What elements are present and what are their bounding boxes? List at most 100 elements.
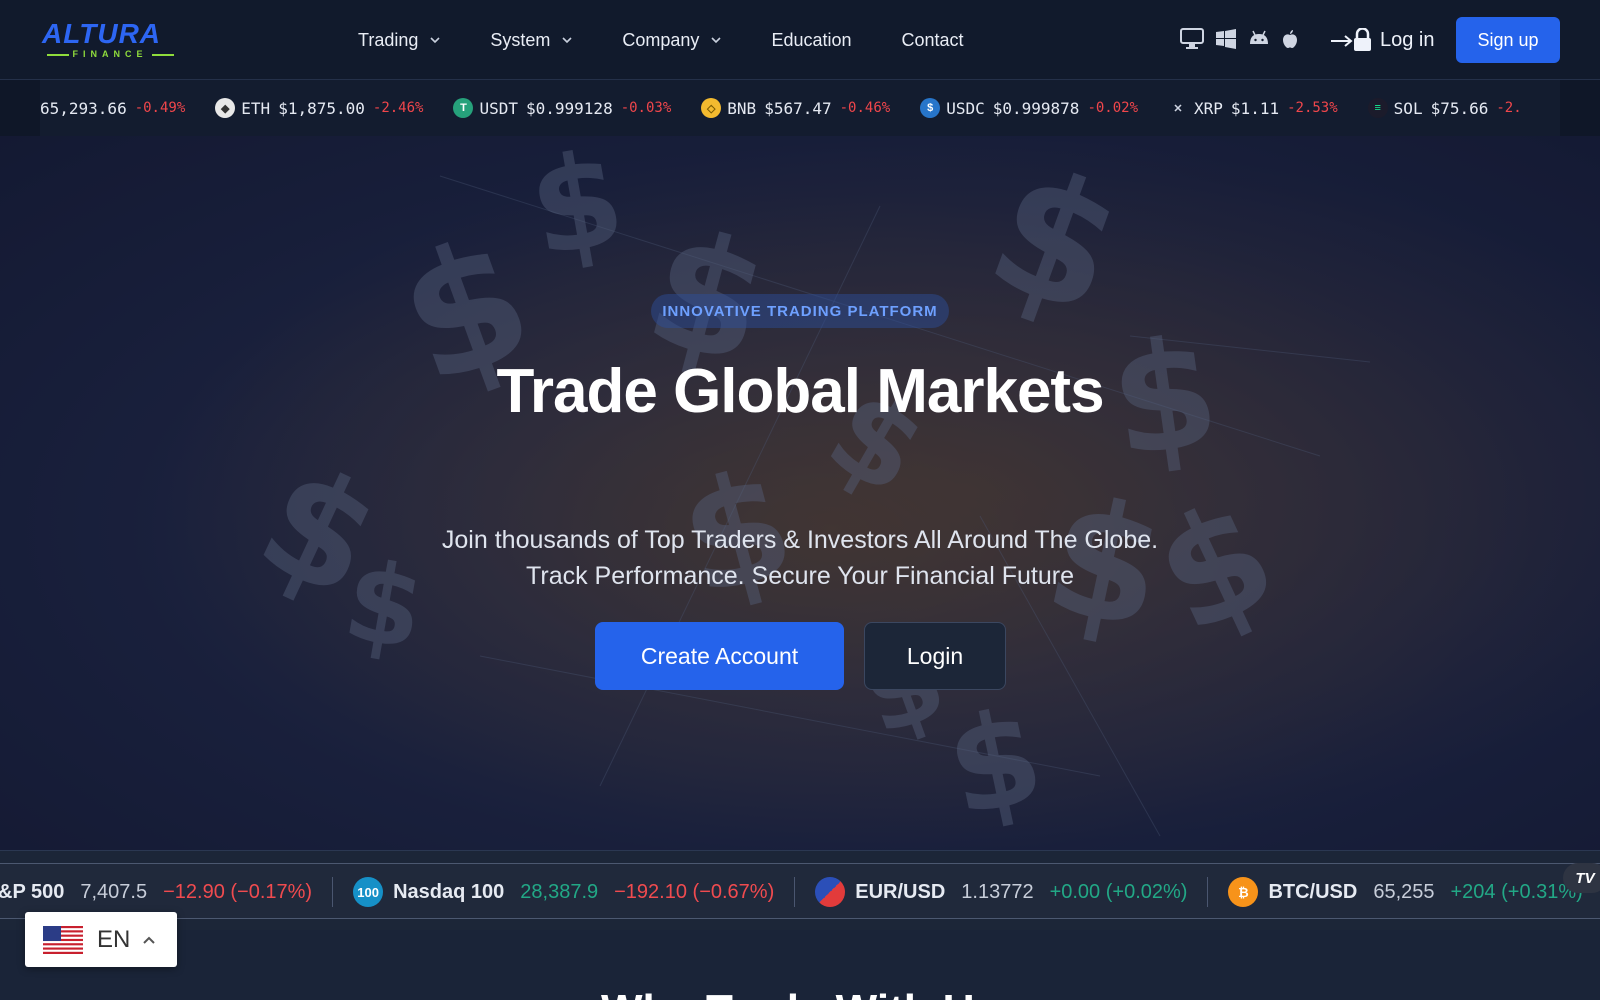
- crypto-price: $1.11: [1230, 98, 1280, 118]
- hero-title: Trade Global Markets: [496, 357, 1104, 426]
- market-ticker-items: &P 500 7,407.5 −12.90 (−0.17%) 100 Nasdaq 10…: [0, 864, 1600, 918]
- crypto-symbol: XRP: [1194, 98, 1223, 118]
- logo-tagline: FINANCE: [42, 49, 178, 59]
- crypto-price: 65,293.66: [40, 98, 127, 118]
- crypto-symbol: USDC: [946, 98, 985, 118]
- section-title: Why Trade With Us: [0, 986, 1600, 1000]
- market-change: −192.10 (−0.67%): [614, 880, 775, 903]
- nav-system[interactable]: System: [490, 30, 572, 51]
- sol-coin-icon: ≡: [1367, 98, 1388, 118]
- windows-icon[interactable]: [1216, 29, 1236, 49]
- login-link-label: Log in: [1380, 28, 1435, 51]
- language-code: EN: [97, 925, 131, 953]
- nasdaq-icon: 100: [353, 877, 384, 907]
- altura-finance-logo[interactable]: ALTURA FINANCE: [42, 20, 180, 60]
- android-icon[interactable]: [1248, 30, 1270, 48]
- market-symbol-name: Nasdaq 100: [393, 880, 505, 903]
- crypto-symbol: USDT: [479, 98, 518, 118]
- dollar-signs-background-image: $ $ $ $ $ $ $ $ $ $ $ $ $: [0, 136, 1600, 850]
- crypto-change: -0.03%: [620, 100, 672, 116]
- crypto-ticker-item[interactable]: T USDT $0.999128 -0.03%: [453, 98, 671, 118]
- crypto-ticker-item[interactable]: 65,293.66 -0.49%: [40, 99, 185, 118]
- main-menu: Trading System Company Education Contact: [358, 0, 1014, 80]
- crypto-change: -0.49%: [134, 100, 186, 116]
- crypto-change: -2.53%: [1287, 100, 1338, 116]
- crypto-ticker-item[interactable]: $ USDC $0.999878 -0.02%: [920, 98, 1138, 118]
- market-symbol-name: &P 500: [0, 880, 65, 903]
- nav-trading-label: Trading: [358, 29, 419, 50]
- login-arrow-lock-icon: [1331, 28, 1371, 51]
- crypto-price-ticker: 65,293.66 -0.49% ◆ ETH $1,875.00 -2.46% T USDT $…: [0, 80, 1600, 136]
- crypto-price: $0.999128: [526, 98, 613, 118]
- market-price: 7,407.5: [80, 880, 148, 903]
- create-account-button[interactable]: Create Account: [595, 622, 844, 690]
- crypto-change: -2.46%: [372, 100, 424, 116]
- market-change: +0.00 (+0.02%): [1049, 880, 1188, 903]
- nav-education[interactable]: Education: [771, 30, 851, 51]
- chevron-down-icon: [711, 37, 722, 44]
- crypto-ticker-items: 65,293.66 -0.49% ◆ ETH $1,875.00 -2.46% T USDT $…: [40, 80, 1552, 136]
- hero-section: $ $ $ $ $ $ $ $ $ $ $ $ $ INNOVATIVE TRA…: [0, 136, 1600, 850]
- market-price: 65,255: [1373, 880, 1435, 903]
- apple-icon[interactable]: [1282, 29, 1298, 49]
- eth-coin-icon: ◆: [215, 98, 236, 118]
- top-navbar: ALTURA FINANCE Trading System Company Ed…: [0, 0, 1600, 80]
- usdt-coin-icon: T: [453, 98, 474, 118]
- market-ticker-item[interactable]: ₿ BTC/USD 65,255 +204 (+0.31%): [1208, 877, 1600, 907]
- crypto-ticker-item[interactable]: ◆ ETH $1,875.00 -2.46%: [215, 98, 423, 118]
- xrp-coin-icon: ✕: [1173, 102, 1183, 115]
- chevron-down-icon: [430, 37, 440, 44]
- market-ticker-bar: &P 500 7,407.5 −12.90 (−0.17%) 100 Nasdaq 10…: [0, 850, 1600, 930]
- nav-company-label: Company: [622, 29, 700, 50]
- market-ticker-item[interactable]: &P 500 7,407.5 −12.90 (−0.17%): [0, 877, 334, 907]
- usdc-coin-icon: $: [920, 98, 941, 118]
- crypto-ticker-item[interactable]: ≡ SOL $75.66 -2.: [1367, 98, 1522, 118]
- crypto-ticker-item[interactable]: ✕ XRP $1.11 -2.53%: [1168, 98, 1338, 118]
- tradingview-logo-icon[interactable]: TV: [1563, 863, 1600, 893]
- us-flag-icon: [43, 925, 83, 954]
- signup-button[interactable]: Sign up: [1456, 17, 1560, 63]
- nav-education-label: Education: [771, 29, 852, 50]
- hero-subtitle-line-2: Track Performance. Secure Your Financial…: [526, 562, 1074, 590]
- market-symbol-name: EUR/USD: [855, 880, 946, 903]
- crypto-price: $1,875.00: [278, 98, 365, 118]
- market-ticker-track: &P 500 7,407.5 −12.90 (−0.17%) 100 Nasdaq 10…: [0, 863, 1600, 919]
- market-change: −12.90 (−0.17%): [163, 880, 313, 903]
- chevron-up-icon: [143, 936, 156, 944]
- nav-contact-label: Contact: [901, 29, 964, 50]
- crypto-symbol: SOL: [1393, 98, 1423, 118]
- platform-tagline-badge: INNOVATIVE TRADING PLATFORM: [651, 294, 949, 328]
- language-switcher[interactable]: EN: [25, 912, 177, 967]
- crypto-price: $75.66: [1430, 98, 1489, 118]
- market-ticker-item[interactable]: EUR/USD 1.13772 +0.00 (+0.02%): [795, 877, 1209, 907]
- crypto-price: $567.47: [764, 98, 832, 118]
- market-ticker-item[interactable]: 100 Nasdaq 100 28,387.9 −192.10 (−0.67%): [333, 877, 796, 907]
- crypto-change: -0.02%: [1087, 100, 1139, 116]
- desktop-icon[interactable]: [1180, 28, 1204, 50]
- platform-download-icons: [1180, 28, 1310, 50]
- nav-trading[interactable]: Trading: [358, 30, 440, 51]
- hero-subtitle-line-1: Join thousands of Top Traders & Investor…: [441, 526, 1159, 554]
- market-symbol-name: BTC/USD: [1268, 880, 1358, 903]
- crypto-change: -2.: [1496, 100, 1522, 116]
- market-change: +204 (+0.31%): [1450, 880, 1583, 903]
- bitcoin-icon: ₿: [1228, 877, 1259, 907]
- hero-subtitle: Join thousands of Top Traders & Investor…: [300, 522, 1300, 594]
- nav-contact[interactable]: Contact: [902, 30, 964, 51]
- market-price: 28,387.9: [520, 880, 599, 903]
- crypto-ticker-track: 65,293.66 -0.49% ◆ ETH $1,875.00 -2.46% T USDT $…: [40, 80, 1560, 136]
- bnb-coin-icon: ◇: [701, 98, 722, 118]
- nav-system-label: System: [490, 29, 551, 50]
- market-price: 1.13772: [961, 880, 1034, 903]
- hero-login-button[interactable]: Login: [864, 622, 1006, 690]
- crypto-symbol: BNB: [727, 98, 757, 118]
- login-link[interactable]: Log in: [1330, 24, 1435, 56]
- crypto-ticker-item[interactable]: ◇ BNB $567.47 -0.46%: [701, 98, 890, 118]
- chevron-down-icon: [562, 37, 572, 44]
- eur-usd-flags-icon: [815, 877, 846, 907]
- crypto-price: $0.999878: [992, 98, 1080, 118]
- logo-wordmark: ALTURA: [42, 18, 162, 49]
- crypto-symbol: ETH: [241, 98, 271, 118]
- why-trade-section: Why Trade With Us: [0, 930, 1600, 1000]
- nav-company[interactable]: Company: [622, 29, 722, 51]
